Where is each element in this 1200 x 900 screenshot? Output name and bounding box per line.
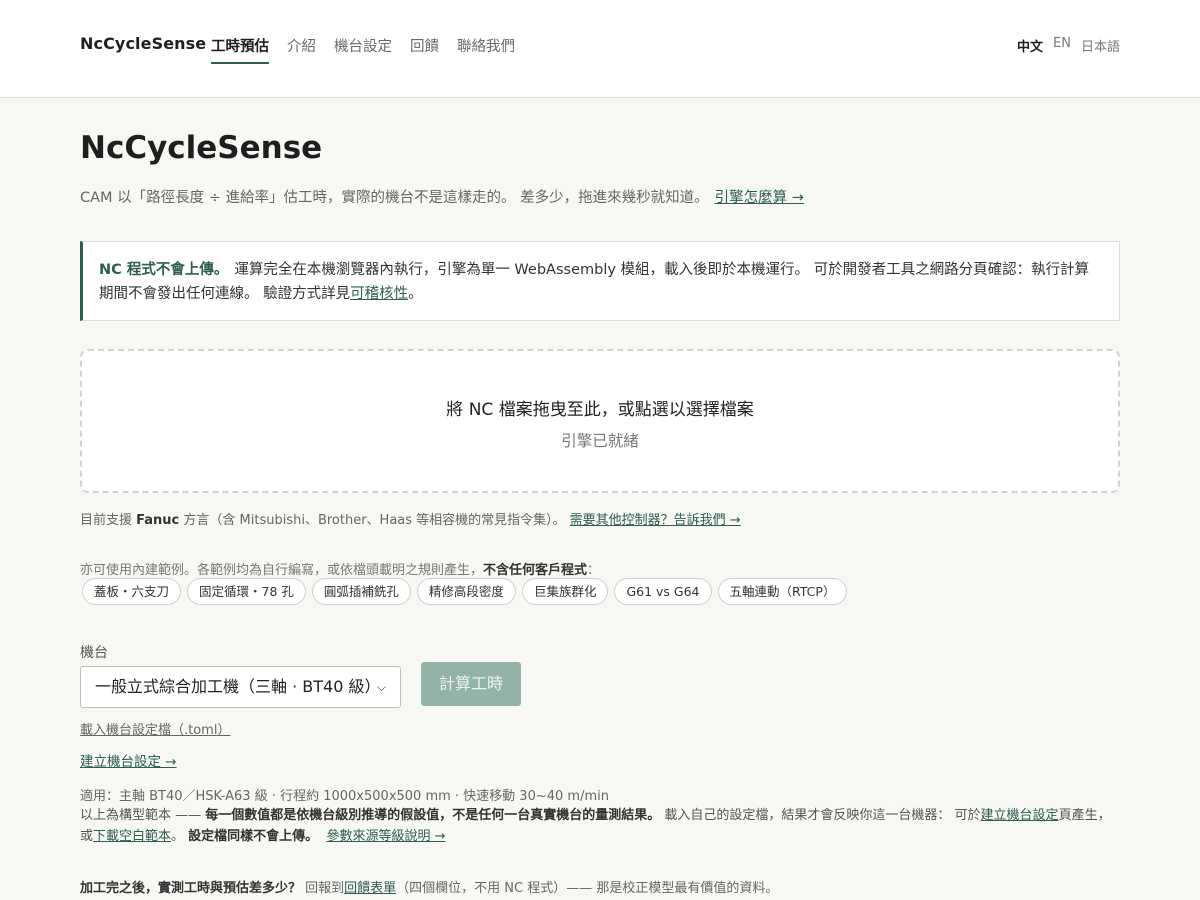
lang-en[interactable]: EN (1053, 36, 1071, 55)
template-note: 以上為構型範本 —— 每一個數值都是依機台級別推導的假設值，不是任何一台真實機台… (80, 805, 1120, 847)
nav-item-contact[interactable]: 聯絡我們 (457, 35, 515, 64)
create-config-inline-link[interactable]: 建立機台設定 (981, 808, 1059, 823)
feedback-note: 加工完之後，實測工時與預估差多少？ 回報到回饋表單（四個欄位，不用 NC 程式）… (80, 877, 778, 896)
language-switcher: 中文 EN 日本語 (1017, 36, 1120, 55)
note-p4: 。 (171, 829, 189, 844)
example-chip[interactable]: 固定循環・78 孔 (187, 578, 306, 605)
nav-item-feedback[interactable]: 回饋 (410, 35, 439, 64)
examples-intro: 亦可使用內建範例。各範例均為自行編寫，或依檔頭載明之規則產生，不含任何客戶程式： (80, 559, 600, 578)
load-config-link[interactable]: 載入機台設定檔（.toml） (80, 723, 230, 738)
lang-ja[interactable]: 日本語 (1081, 36, 1120, 55)
machine-selected-value: 一般立式綜合加工機（三軸 · BT40 級） (95, 677, 381, 696)
examples-intro-text: 亦可使用內建範例。各範例均為自行編寫，或依檔頭載明之規則產生， (80, 563, 484, 578)
privacy-notice: NC 程式不會上傳。 運算完全在本機瀏覽器內執行，引擎為單一 WebAssembl… (80, 241, 1120, 321)
support-prefix: 目前支援 (80, 513, 137, 528)
examples-intro-strong: 不含任何客戶程式 (483, 563, 588, 578)
feedback-strong: 加工完之後，實測工時與預估差多少？ (80, 881, 302, 896)
notice-tail: 。 (408, 286, 423, 302)
page-lede: CAM 以「路徑長度 ÷ 進給率」估工時，實際的機台不是這樣走的。 差多少，拖進… (80, 186, 804, 207)
calculate-button[interactable]: 計算工時 (421, 662, 521, 706)
example-chip[interactable]: G61 vs G64 (614, 578, 712, 605)
param-source-link[interactable]: 參數來源等級說明 → (326, 829, 445, 844)
create-config-link[interactable]: 建立機台設定 → (80, 754, 177, 770)
chevron-down-icon: ⌵ (376, 680, 386, 694)
page-title: NcCycleSense (80, 130, 323, 166)
examples-intro-tail: ： (587, 563, 601, 578)
machine-label: 機台 (80, 645, 108, 661)
nav-item-intro[interactable]: 介紹 (287, 35, 316, 64)
auditability-link[interactable]: 可稽核性 (350, 286, 408, 302)
download-template-link[interactable]: 下載空白範本 (93, 829, 171, 844)
dropzone-title: 將 NC 檔案拖曳至此，或點選以選擇檔案 (446, 400, 754, 420)
note-p1: 以上為構型範本 —— (80, 808, 206, 823)
feedback-form-link[interactable]: 回饋表單 (344, 881, 396, 896)
example-chip[interactable]: 五軸連動（RTCP） (717, 578, 848, 605)
dialect-name: Fanuc (136, 513, 180, 528)
example-chips: 蓋板・六支刀 固定循環・78 孔 圓弧插補銑孔 精修高段密度 巨集族群化 G61… (82, 578, 848, 605)
nav-item-machine-settings[interactable]: 機台設定 (334, 35, 392, 64)
feedback-tail: （四個欄位，不用 NC 程式）—— 那是校正模型最有價值的資料。 (396, 881, 779, 896)
create-config-row: 建立機台設定 → (80, 750, 177, 770)
file-dropzone[interactable]: 將 NC 檔案拖曳至此，或點選以選擇檔案 引擎已就緒 (80, 349, 1120, 493)
engine-explainer-link[interactable]: 引擎怎麼算 → (715, 190, 804, 206)
note-p1-strong: 每一個數值都是依機台級別推導的假設值，不是任何一台真實機台的量測結果。 (205, 808, 661, 823)
engine-status: 引擎已就緒 (561, 432, 639, 450)
feedback-text: 回報到 (301, 881, 345, 896)
machine-select[interactable]: 一般立式綜合加工機（三軸 · BT40 級） ⌵ (80, 666, 401, 708)
lang-zh[interactable]: 中文 (1017, 36, 1043, 55)
load-config-row: 載入機台設定檔（.toml） (80, 719, 230, 738)
example-chip[interactable]: 蓋板・六支刀 (82, 578, 182, 605)
example-chip[interactable]: 巨集族群化 (521, 578, 609, 605)
notice-text: 運算完全在本機瀏覽器內執行，引擎為單一 WebAssembly 模組，載入後即於… (99, 262, 1090, 302)
other-controller-link[interactable]: 需要其他控制器？告訴我們 → (570, 513, 741, 528)
lede-text: CAM 以「路徑長度 ÷ 進給率」估工時，實際的機台不是這樣走的。 差多少，拖進… (80, 190, 709, 206)
dialect-support-note: 目前支援 Fanuc 方言（含 Mitsubishi、Brother、Haas … (80, 509, 741, 528)
note-p4-strong: 設定檔同樣不會上傳。 (188, 829, 319, 844)
nav-item-estimate[interactable]: 工時預估 (211, 35, 269, 64)
main-nav: 工時預估 介紹 機台設定 回饋 聯絡我們 (211, 35, 515, 64)
support-suffix: 方言（含 Mitsubishi、Brother、Haas 等相容機的常見指令集）… (179, 513, 566, 528)
example-chip[interactable]: 精修高段密度 (416, 578, 516, 605)
brand-logo[interactable]: NcCycleSense (80, 34, 206, 53)
note-p2: 載入自己的設定檔，結果才會反映你這一台機器： 可於 (660, 808, 981, 823)
example-chip[interactable]: 圓弧插補銑孔 (311, 578, 411, 605)
machine-applies-text: 適用：主軸 BT40／HSK-A63 級 · 行程約 1000x500x500 … (80, 789, 609, 804)
notice-heading: NC 程式不會上傳。 (99, 262, 229, 278)
top-navigation-bar: NcCycleSense 工時預估 介紹 機台設定 回饋 聯絡我們 中文 EN … (0, 0, 1200, 98)
